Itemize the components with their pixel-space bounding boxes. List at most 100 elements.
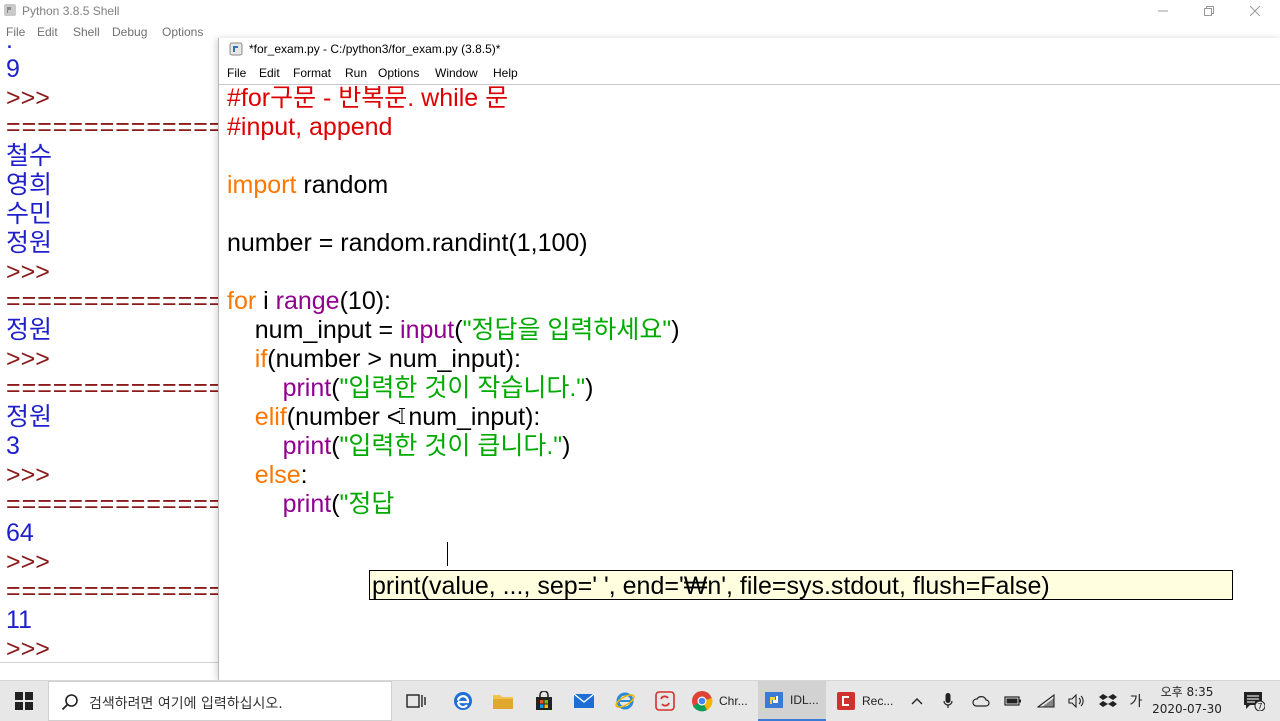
shell-line: 정원	[6, 229, 53, 257]
editor-menu-format[interactable]: Format	[293, 66, 331, 80]
shell-menu-debug[interactable]: Debug	[112, 25, 147, 39]
clock-date: 2020-07-30	[1152, 702, 1222, 716]
python-file-icon	[229, 42, 243, 56]
tray-ime[interactable]: 가	[1122, 681, 1150, 721]
shell-line: >>>	[6, 345, 50, 373]
code-token: if	[254, 345, 268, 373]
shell-titlebar[interactable]: Python 3.8.5 Shell	[0, 0, 1280, 22]
task-view-button[interactable]	[396, 681, 436, 721]
taskbar-clock[interactable]: 오후 8:35 2020-07-30	[1148, 684, 1226, 718]
recorder-icon	[837, 692, 855, 710]
code-line: num_input = input("정답을 입력하세요")	[227, 316, 680, 345]
code-token: print	[282, 374, 332, 402]
restore-button[interactable]	[1186, 0, 1232, 22]
code-line: else:	[227, 461, 308, 490]
tray-battery[interactable]	[999, 681, 1027, 721]
shell-line: >>>	[6, 258, 50, 286]
shell-line: 정원	[6, 316, 53, 344]
sync-icon	[655, 691, 675, 711]
code-token: import	[227, 171, 297, 199]
shell-menu-options[interactable]: Options	[162, 25, 203, 39]
code-token: (number > num_input):	[267, 345, 521, 373]
tray-overflow-button[interactable]	[903, 681, 931, 721]
action-center-button[interactable]: 7	[1236, 681, 1272, 721]
code-token: (	[331, 432, 340, 460]
taskbar-app-label: Rec...	[862, 694, 894, 708]
taskbar-app-recorder[interactable]: Rec...	[830, 681, 904, 721]
code-token: range	[275, 287, 340, 315]
edge-icon	[454, 692, 472, 710]
internet-explorer-button[interactable]	[605, 681, 645, 721]
cloud-icon	[972, 696, 990, 707]
code-line: number = random.randint(1,100)	[227, 229, 588, 258]
editor-menu-run[interactable]: Run	[345, 66, 367, 80]
shell-menu-edit[interactable]: Edit	[37, 25, 58, 39]
taskbar-app-idle[interactable]: IDL...	[758, 681, 826, 721]
tray-onedrive[interactable]	[967, 681, 995, 721]
code-token: random	[296, 171, 389, 199]
editor-titlebar[interactable]: *for_exam.py - C:/python3/for_exam.py (3…	[219, 38, 1280, 60]
minimize-button[interactable]	[1140, 0, 1186, 22]
editor-menu-help[interactable]: Help	[493, 66, 518, 80]
code-token: "입력한 것이 큽니다."	[339, 432, 563, 460]
tray-microphone[interactable]	[934, 681, 962, 721]
start-button[interactable]	[0, 681, 48, 721]
shell-line: 철수	[6, 142, 53, 170]
code-line: #for구문 - 반복문. while 문	[227, 86, 508, 113]
editor-menu-window[interactable]: Window	[435, 66, 478, 80]
shell-menubar: File Edit Shell Debug Options	[0, 22, 220, 42]
editor-menu-file[interactable]: File	[227, 66, 246, 80]
shell-output[interactable]: .9>>>==============철수영희수민정원>>>==========…	[0, 42, 218, 663]
editor-window[interactable]: *for_exam.py - C:/python3/for_exam.py (3…	[218, 38, 1280, 680]
shell-line: >>>	[6, 548, 50, 576]
mail-icon	[573, 693, 595, 708]
code-token: elif	[254, 403, 287, 431]
calltip-tooltip: print(value, ..., sep=' ', end='₩n', fil…	[369, 570, 1233, 600]
tray-dropbox[interactable]	[1094, 681, 1122, 721]
shell-line: 수민	[6, 200, 53, 228]
code-line: for i range(10):	[227, 287, 391, 316]
code-token: :	[300, 461, 308, 489]
shell-menu-file[interactable]: File	[6, 25, 25, 39]
sync-app-button[interactable]	[645, 681, 685, 721]
store-button[interactable]	[524, 681, 564, 721]
wifi-icon	[1037, 694, 1055, 708]
code-line: print("입력한 것이 큽니다.")	[227, 432, 571, 461]
taskbar-search-box[interactable]: 검색하려면 여기에 입력하십시오.	[48, 681, 392, 721]
code-token: )	[585, 374, 594, 402]
taskbar: 검색하려면 여기에 입력하십시오. Chr... IDL... Rec... 가…	[0, 680, 1280, 721]
editor-menu-edit[interactable]: Edit	[259, 66, 280, 80]
code-line: print("정답	[227, 490, 395, 519]
code-token: )	[671, 316, 680, 344]
speaker-icon	[1068, 694, 1084, 708]
tray-volume[interactable]	[1063, 681, 1091, 721]
shell-line: ==============	[6, 113, 218, 141]
shell-line: >>>	[6, 635, 50, 663]
code-line: #input, append	[227, 113, 392, 142]
shell-line: >>>	[6, 461, 50, 489]
code-token: else	[254, 461, 301, 489]
microphone-icon	[943, 693, 953, 708]
close-button[interactable]	[1232, 0, 1278, 22]
shell-line: 9	[6, 55, 20, 83]
mail-button[interactable]	[564, 681, 604, 721]
code-token: (number < num_input):	[286, 403, 541, 431]
taskbar-app-chrome[interactable]: Chr...	[687, 681, 757, 721]
folder-icon	[493, 695, 513, 709]
file-explorer-button[interactable]	[483, 681, 523, 721]
taskbar-app-label: IDL...	[790, 693, 819, 707]
code-line: print("입력한 것이 작습니다.")	[227, 374, 594, 403]
chevron-up-icon	[911, 698, 923, 705]
edge-button[interactable]	[443, 681, 483, 721]
tray-wifi[interactable]	[1032, 681, 1060, 721]
editor-menu-options[interactable]: Options	[378, 66, 419, 80]
shell-menu-shell[interactable]: Shell	[73, 25, 100, 39]
notification-count: 7	[1257, 702, 1262, 711]
code-editor[interactable]: #for구문 - 반복문. while 문 #input, append impor…	[219, 86, 1280, 680]
shell-title: Python 3.8.5 Shell	[22, 4, 120, 18]
